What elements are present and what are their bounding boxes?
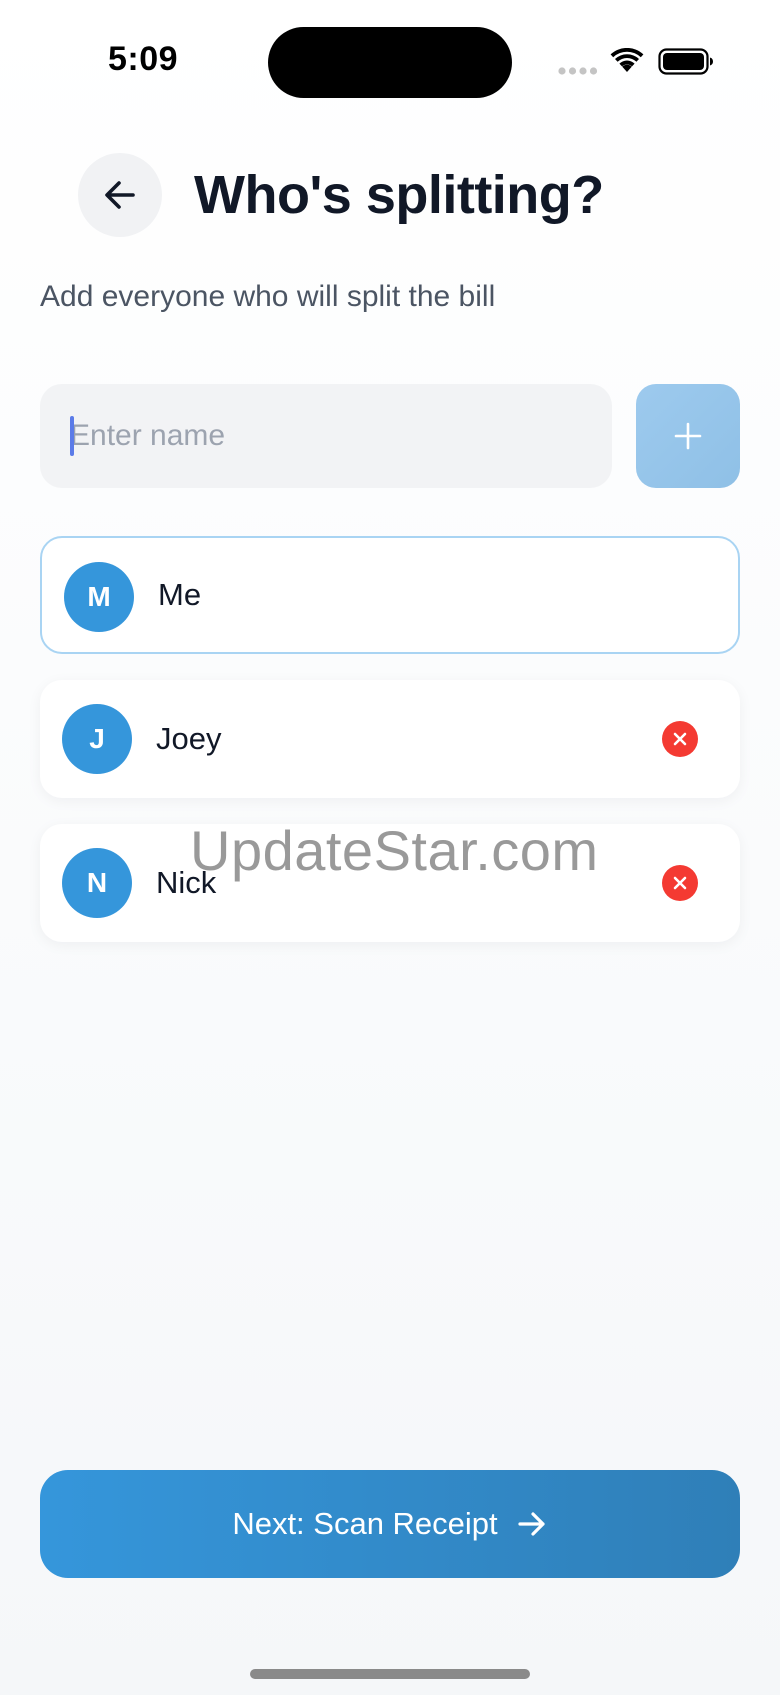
battery-icon xyxy=(658,48,713,75)
status-bar: 5:09 xyxy=(0,0,780,120)
home-indicator xyxy=(250,1669,530,1679)
remove-participant-button[interactable] xyxy=(662,721,698,757)
wifi-icon xyxy=(610,48,644,72)
arrow-right-icon xyxy=(518,1512,545,1536)
participant-name: Joey xyxy=(156,721,222,756)
page-subtitle: Add everyone who will split the bill xyxy=(40,280,496,313)
add-person-button[interactable] xyxy=(636,384,740,488)
back-button[interactable] xyxy=(78,153,162,237)
participant-name: Me xyxy=(158,577,202,612)
dynamic-island xyxy=(268,27,512,98)
next-scan-receipt-button[interactable]: Next: Scan Receipt xyxy=(40,1470,740,1578)
participant-card-nick[interactable]: N Nick xyxy=(40,824,740,942)
participant-card-joey[interactable]: J Joey xyxy=(40,680,740,798)
status-time: 5:09 xyxy=(108,40,179,78)
avatar: M xyxy=(64,562,134,632)
avatar: N xyxy=(62,848,132,918)
cellular-signal-icon xyxy=(558,67,598,75)
close-icon xyxy=(673,732,687,746)
page-title: Who's splitting? xyxy=(194,165,604,225)
participant-name: Nick xyxy=(156,865,217,900)
name-input-container xyxy=(40,384,612,488)
close-icon xyxy=(673,876,687,890)
name-input[interactable] xyxy=(40,384,612,488)
plus-icon xyxy=(674,422,702,450)
remove-participant-button[interactable] xyxy=(662,865,698,901)
participant-card-me[interactable]: M Me xyxy=(40,536,740,654)
next-button-label: Next: Scan Receipt xyxy=(232,1506,498,1541)
avatar: J xyxy=(62,704,132,774)
arrow-left-icon xyxy=(105,181,135,209)
text-cursor xyxy=(70,416,74,456)
